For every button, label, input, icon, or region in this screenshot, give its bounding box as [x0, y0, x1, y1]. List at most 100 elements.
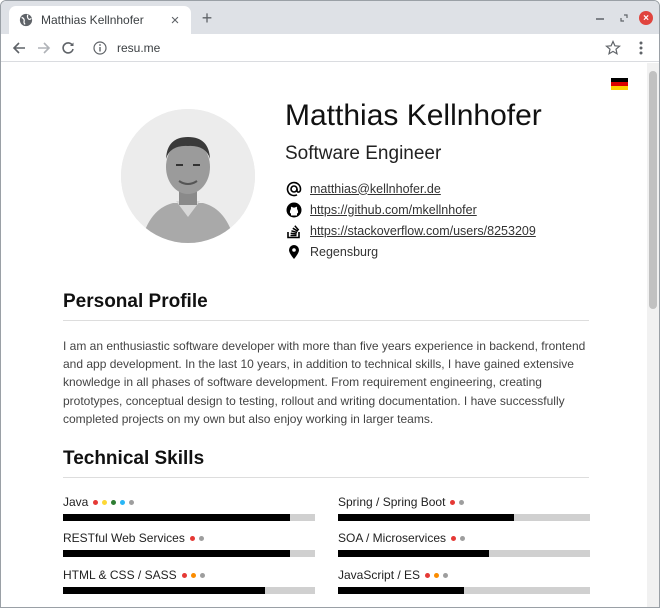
- skill-name: RESTful Web Services: [63, 531, 185, 545]
- tab-title: Matthias Kellnhofer: [41, 13, 144, 27]
- skill-item: JavaScript / ES: [338, 568, 590, 594]
- skill-bar-fill: [338, 550, 490, 557]
- skill-dot: [434, 572, 440, 578]
- skill-bar-track: [338, 550, 590, 557]
- skill-name: SOA / Microservices: [338, 531, 447, 545]
- skill-name: HTML & CSS / SASS: [63, 568, 177, 582]
- contact-github: https://github.com/mkellnhofer: [285, 201, 477, 218]
- close-tab-icon[interactable]: ×: [167, 12, 183, 29]
- skill-dot: [111, 499, 117, 505]
- skill-dots: [450, 499, 468, 505]
- skill-name: Spring / Spring Boot: [338, 495, 446, 509]
- skill-dots: [93, 499, 138, 505]
- minimize-icon[interactable]: [591, 9, 609, 27]
- section-divider: [63, 477, 589, 478]
- forward-button[interactable]: [34, 38, 54, 58]
- contact-stackoverflow: https://stackoverflow.com/users/8253209: [285, 222, 536, 239]
- skill-dot: [450, 499, 456, 505]
- stackoverflow-icon: [285, 222, 302, 239]
- arrow-left-icon: [12, 42, 25, 54]
- skill-dot: [190, 572, 196, 578]
- skill-bar-fill: [338, 514, 515, 521]
- profile-name: Matthias Kellnhofer: [285, 99, 542, 132]
- skill-dot: [459, 499, 465, 505]
- skill-bar-track: [63, 514, 315, 521]
- skill-bar-fill: [63, 587, 265, 594]
- skill-dots: [189, 535, 208, 541]
- skill-item: Spring / Spring Boot: [338, 495, 590, 521]
- title-bar: Matthias Kellnhofer × + ×: [1, 1, 659, 34]
- stackoverflow-link[interactable]: https://stackoverflow.com/users/8253209: [310, 224, 536, 238]
- menu-button[interactable]: [633, 39, 649, 57]
- skill-dot: [198, 535, 204, 541]
- address-bar[interactable]: resu.me: [85, 36, 629, 60]
- skill-dot: [443, 572, 449, 578]
- github-link[interactable]: https://github.com/mkellnhofer: [310, 203, 477, 217]
- more-vert-icon: [639, 41, 643, 55]
- skill-bar-track: [338, 587, 590, 594]
- profile-photo: [121, 109, 255, 243]
- new-tab-button[interactable]: +: [197, 9, 217, 29]
- url-text[interactable]: resu.me: [117, 41, 160, 55]
- skill-dots: [181, 572, 209, 578]
- maximize-icon[interactable]: [615, 9, 633, 27]
- technical-skills-heading: Technical Skills: [63, 448, 205, 469]
- skill-bar-track: [63, 587, 315, 594]
- star-icon[interactable]: [605, 40, 621, 56]
- skill-label: Java: [63, 495, 315, 509]
- skill-dots: [451, 535, 469, 541]
- skill-label: SOA / Microservices: [338, 531, 590, 545]
- skill-dot: [451, 535, 457, 541]
- location-icon: [285, 243, 302, 260]
- skill-bar-fill: [338, 587, 464, 594]
- browser-tab[interactable]: Matthias Kellnhofer ×: [9, 6, 191, 34]
- section-divider: [63, 320, 589, 321]
- skill-dot: [425, 572, 431, 578]
- info-icon[interactable]: [93, 41, 107, 55]
- skill-bar-fill: [63, 514, 290, 521]
- github-icon: [285, 201, 302, 218]
- toolbar: resu.me: [1, 34, 659, 62]
- personal-profile-heading: Personal Profile: [63, 291, 208, 312]
- german-flag-icon[interactable]: [611, 78, 628, 90]
- close-window-icon[interactable]: ×: [637, 9, 655, 27]
- scrollbar[interactable]: [647, 63, 659, 607]
- profile-role: Software Engineer: [285, 143, 442, 164]
- skill-bar-track: [63, 550, 315, 557]
- skill-dot: [93, 499, 99, 505]
- skill-dot: [460, 535, 466, 541]
- skill-bar-track: [338, 514, 590, 521]
- personal-profile-text: I am an enthusiastic software developer …: [63, 339, 586, 426]
- skill-item: SOA / Microservices: [338, 531, 590, 557]
- skill-label: JavaScript / ES: [338, 568, 590, 582]
- contact-location: Regensburg: [285, 243, 378, 260]
- skill-name: JavaScript / ES: [338, 568, 421, 582]
- reload-button[interactable]: [58, 38, 78, 58]
- email-link[interactable]: matthias@kellnhofer.de: [310, 182, 441, 196]
- at-icon: [285, 180, 302, 197]
- skill-name: Java: [63, 495, 89, 509]
- contact-email: matthias@kellnhofer.de: [285, 180, 441, 197]
- globe-icon: [19, 13, 33, 27]
- skill-dot: [189, 535, 195, 541]
- skill-label: RESTful Web Services: [63, 531, 315, 545]
- location-text: Regensburg: [310, 244, 379, 259]
- reload-icon: [62, 42, 74, 54]
- skill-dot: [102, 499, 108, 505]
- skill-dot: [129, 499, 135, 505]
- page-viewport: Matthias Kellnhofer Software Engineer ma…: [1, 63, 659, 607]
- skill-item: Java: [63, 495, 315, 521]
- skill-label: Spring / Spring Boot: [338, 495, 590, 509]
- back-button[interactable]: [9, 38, 29, 58]
- skill-dots: [425, 572, 452, 578]
- skill-item: RESTful Web Services: [63, 531, 315, 557]
- scrollbar-thumb[interactable]: [649, 71, 657, 309]
- arrow-right-icon: [38, 42, 51, 54]
- skill-dot: [120, 499, 126, 505]
- browser-window: Matthias Kellnhofer × + × resu.me Matthi…: [0, 0, 660, 608]
- skill-item: HTML & CSS / SASS: [63, 568, 315, 594]
- skill-label: HTML & CSS / SASS: [63, 568, 315, 582]
- skill-dot: [181, 572, 187, 578]
- skill-dot: [199, 572, 205, 578]
- skill-bar-fill: [63, 550, 290, 557]
